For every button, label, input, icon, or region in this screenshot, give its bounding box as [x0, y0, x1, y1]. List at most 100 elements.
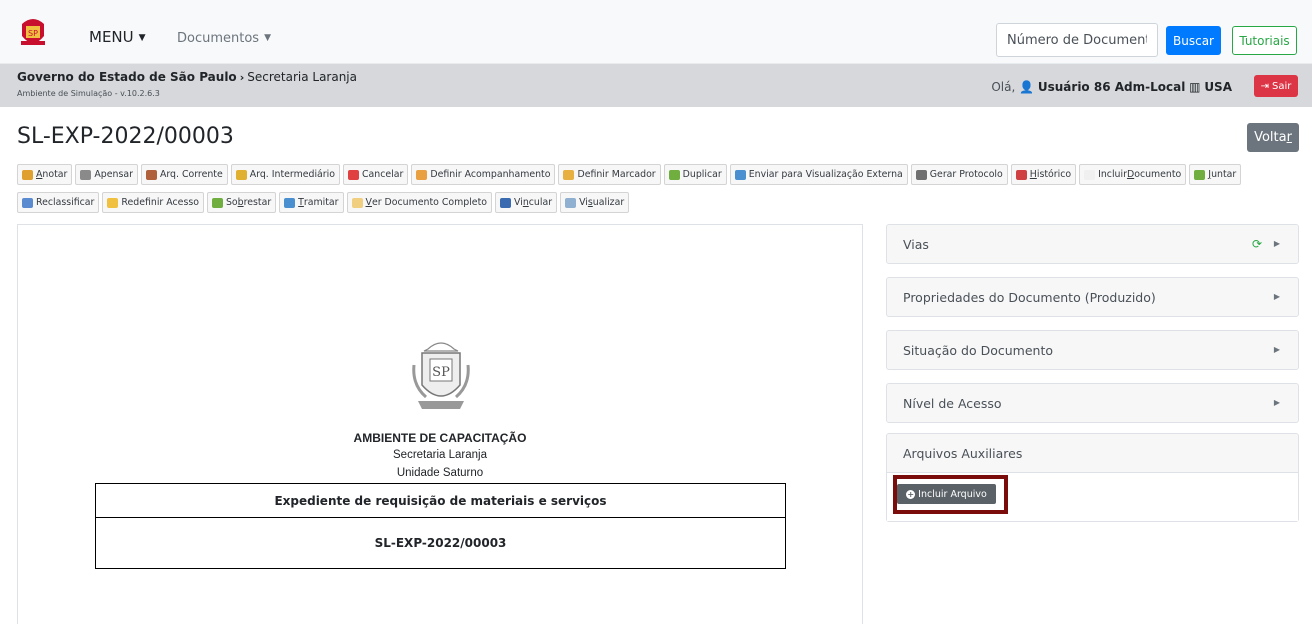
panel-arquivos-title: Arquivos Auxiliares: [903, 445, 1023, 461]
toolbar-label-post: notar: [42, 169, 68, 180]
toolbar-action-icon: [734, 169, 746, 180]
toolbar-button[interactable]: Juntar: [1189, 164, 1242, 185]
top-navbar: SP MENU ▼ Documentos ▼ Buscar Tutoriais: [0, 0, 1312, 64]
user-name[interactable]: Usuário 86 Adm-Local: [1038, 80, 1185, 94]
preview-number: SL-EXP-2022/00003: [374, 536, 507, 550]
buscar-button[interactable]: Buscar: [1166, 26, 1221, 55]
toolbar-label-post: Duplicar: [682, 169, 722, 180]
toolbar-label-post: untar: [1211, 169, 1237, 180]
greeting-text: Olá,: [991, 80, 1016, 94]
toolbar-label-post: Arq. Corrente: [159, 169, 223, 180]
toolbar-label-pre: Incluir: [1098, 169, 1127, 180]
toolbar-button[interactable]: Arq. Corrente: [140, 164, 228, 185]
preview-unidade: Unidade Saturno: [396, 467, 484, 479]
toolbar-button[interactable]: Cancelar: [342, 164, 409, 185]
toolbar-label-accesskey: D: [1126, 169, 1135, 180]
toolbar-button[interactable]: Definir Acompanhamento: [411, 164, 556, 185]
panel-vias-title: Vias: [903, 236, 929, 252]
incluir-arquivo-button[interactable]: + Incluir Arquivo: [897, 484, 996, 504]
page-title: SL-EXP-2022/00003: [17, 124, 234, 149]
panel-arquivos-auxiliares: Arquivos Auxiliares + Incluir Arquivo: [886, 433, 1299, 522]
building-icon: ▥: [1189, 80, 1201, 94]
toolbar-label-post: Redefinir Acesso: [121, 197, 199, 208]
toolbar-label-post: Definir Acompanhamento: [430, 169, 551, 180]
toolbar-button[interactable]: Reclassificar: [17, 192, 100, 213]
svg-text:SP: SP: [432, 365, 450, 380]
toolbar-button[interactable]: Gerar Protocolo: [910, 164, 1008, 185]
toolbar-button[interactable]: Tramitar: [279, 192, 344, 213]
toolbar-button[interactable]: Histórico: [1010, 164, 1077, 185]
toolbar-action-icon: [80, 169, 92, 180]
preview-heading: AMBIENTE DE CAPACITAÇÃO: [353, 431, 527, 445]
toolbar-label-post: Reclassificar: [36, 197, 95, 208]
user-unit[interactable]: USA: [1204, 80, 1232, 94]
toolbar-action-icon: [668, 169, 680, 180]
breadcrumb-org[interactable]: Governo do Estado de São Paulo: [17, 70, 237, 84]
document-toolbar: Anotar Apensar Arq. Corrente Arq. Intermedi…: [17, 164, 1300, 213]
voltar-accesskey: r: [1286, 130, 1292, 145]
breadcrumb: Governo do Estado de São Paulo › Secretari…: [17, 70, 357, 84]
voltar-button[interactable]: Volta r: [1247, 123, 1299, 152]
svg-text:SP: SP: [28, 29, 38, 38]
incluir-arquivo-label: Incluir Arquivo: [918, 488, 987, 500]
toolbar-action-icon: [22, 197, 33, 208]
toolbar-action-icon: [351, 197, 363, 208]
toolbar-label-post: ocumento: [1134, 169, 1182, 180]
toolbar-action-icon: [563, 169, 575, 180]
toolbar-button[interactable]: Apensar: [75, 164, 138, 185]
environment-version: Ambiente de Simulação - v.10.2.6.3: [17, 89, 160, 98]
documentos-dropdown[interactable]: Documentos ▼: [177, 31, 271, 46]
tutoriais-button[interactable]: Tutoriais: [1232, 26, 1297, 55]
toolbar-action-icon: [284, 197, 296, 208]
preview-secretaria: Secretaria Laranja: [393, 449, 487, 461]
plus-circle-icon: +: [906, 489, 916, 499]
arquivos-body: + Incluir Arquivo: [887, 472, 1298, 521]
toolbar-action-icon: [1015, 169, 1027, 180]
toolbar-action-icon: [211, 197, 223, 208]
toolbar-label-post: Arq. Intermediário: [249, 169, 335, 180]
toolbar-button[interactable]: Enviar para Visualização Externa: [729, 164, 908, 185]
panel-vias[interactable]: Vias ⟳ ▶: [886, 224, 1299, 264]
caret-down-icon: ▼: [138, 33, 146, 43]
menu-dropdown[interactable]: MENU ▼: [89, 28, 146, 46]
panel-nivel-acesso[interactable]: Nível de Acesso ▶: [886, 383, 1299, 423]
panel-propriedades-title: Propriedades do Documento (Produzido): [903, 289, 1156, 305]
breadcrumb-unit[interactable]: Secretaria Laranja: [247, 70, 357, 84]
toolbar-action-icon: [565, 197, 577, 208]
toolbar-label-pre: Vi: [514, 197, 523, 208]
toolbar-action-icon: [500, 197, 511, 208]
toolbar-button[interactable]: So b restar: [206, 192, 277, 213]
toolbar-button[interactable]: Anotar: [17, 164, 73, 185]
toolbar-action-icon: [915, 169, 927, 180]
toolbar-label-pre: Vi: [579, 197, 588, 208]
toolbar-button[interactable]: Definir Marcador: [558, 164, 661, 185]
toolbar-button[interactable]: Incluir Documento: [1079, 164, 1187, 185]
chevron-right-icon: ›: [239, 71, 245, 84]
panel-situacao[interactable]: Situação do Documento ▶: [886, 330, 1299, 370]
toolbar-label-post: restar: [243, 197, 272, 208]
logout-label: Sair: [1272, 80, 1292, 92]
documentos-label: Documentos: [177, 31, 260, 46]
toolbar-button[interactable]: Duplicar: [663, 164, 727, 185]
sp-coat-of-arms-logo[interactable]: SP: [18, 16, 48, 50]
toolbar-label-post: Enviar para Visualização Externa: [748, 169, 903, 180]
toolbar-button[interactable]: Vi s ualizar: [560, 192, 630, 213]
toolbar-label-post: Gerar Protocolo: [929, 169, 1003, 180]
panel-propriedades[interactable]: Propriedades do Documento (Produzido) ▶: [886, 277, 1299, 317]
toolbar-action-icon: [1194, 169, 1206, 180]
toolbar-action-icon: [347, 169, 359, 180]
caret-right-icon: ▶: [1273, 398, 1280, 407]
toolbar-label-post: Definir Marcador: [577, 169, 656, 180]
toolbar-button[interactable]: Arq. Intermediário: [230, 164, 340, 185]
logout-button[interactable]: ⇥ Sair: [1254, 75, 1298, 97]
toolbar-button[interactable]: Redefinir Acesso: [102, 192, 204, 213]
user-greeting: Olá, 👤 Usuário 86 Adm-Local ▥ USA: [991, 80, 1232, 94]
document-number-input[interactable]: [996, 23, 1158, 57]
toolbar-button[interactable]: Vi n cular: [495, 192, 558, 213]
refresh-icon[interactable]: ⟳: [1252, 237, 1262, 251]
breadcrumb-bar: Governo do Estado de São Paulo › Secretari…: [0, 64, 1312, 107]
toolbar-action-icon: [1084, 169, 1096, 180]
toolbar-label-post: Cancelar: [361, 169, 404, 180]
toolbar-button[interactable]: Ver Documento Completo: [346, 192, 492, 213]
toolbar-action-icon: [22, 169, 33, 180]
